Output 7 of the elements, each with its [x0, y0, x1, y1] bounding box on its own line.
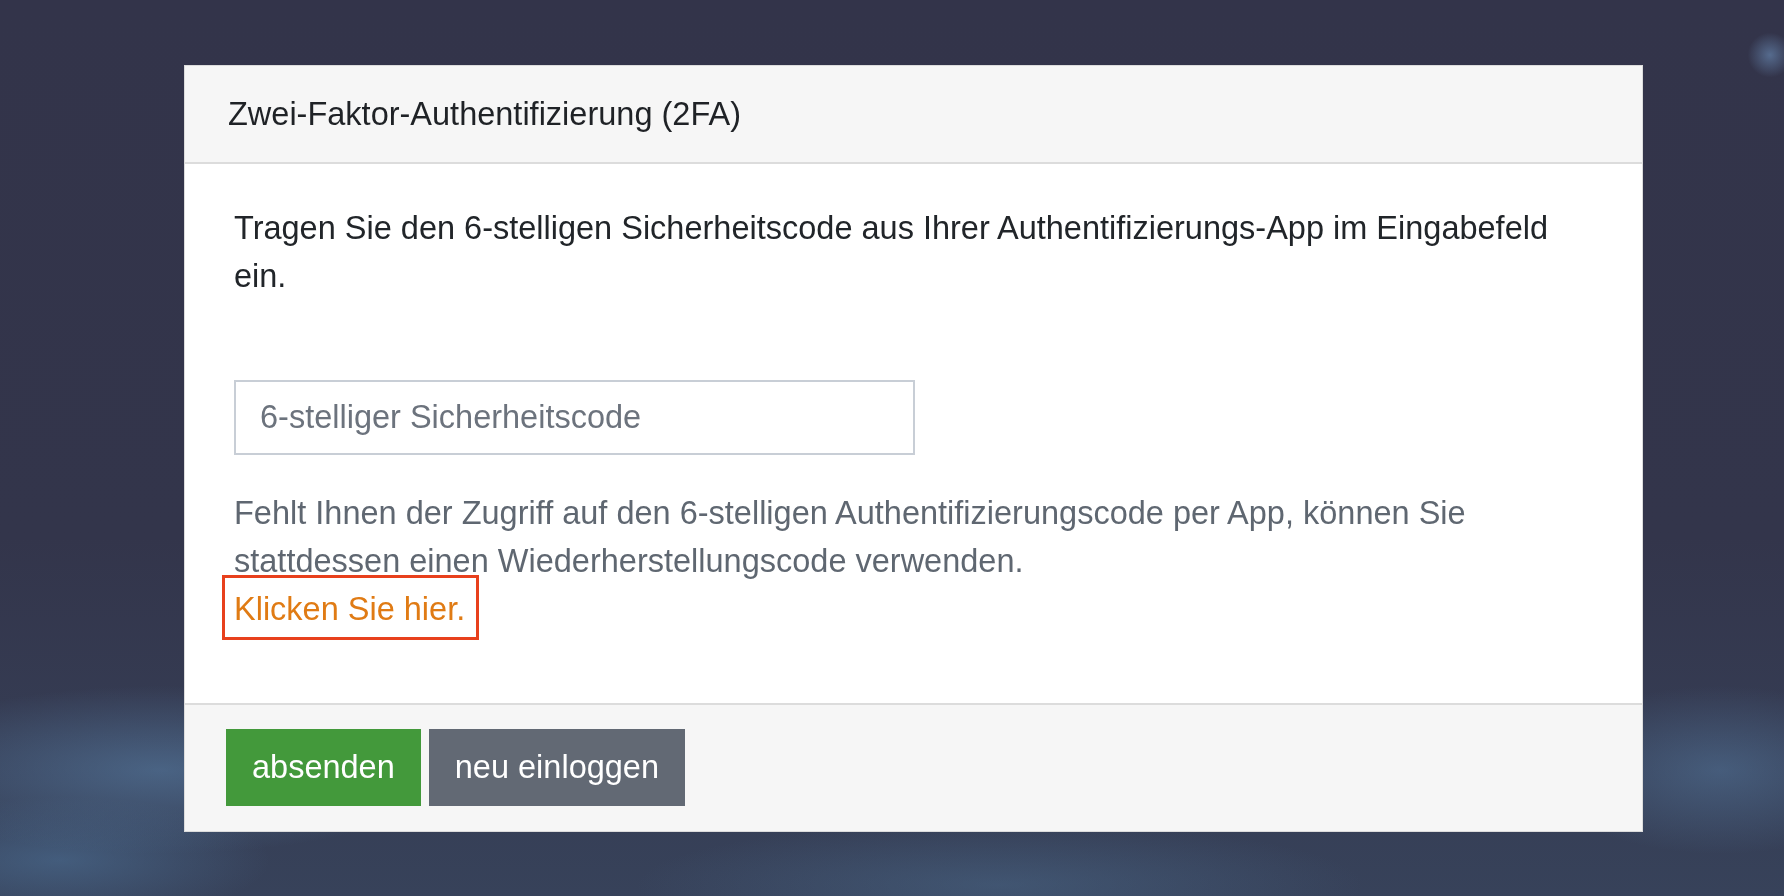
relogin-button[interactable]: neu einloggen [428, 729, 685, 806]
code-input-field[interactable]: 6-stelliger Sicherheitscode [234, 380, 915, 455]
recovery-link[interactable]: Klicken Sie hier. [234, 585, 466, 633]
dialog-title: Zwei-Faktor-Authentifizierung (2FA) [228, 95, 741, 133]
instruction-text: Tragen Sie den 6-stelligen Sicherheitscode aus Ihrer Authentifizierungs-App im Eingabefeld ein. [234, 209, 1549, 296]
help-text: Fehlt Ihnen der Zugriff auf den 6-stelligen Authentifizierungscode per App, können Sie stattdessen einen Wiederherstellungscode verwenden. [234, 494, 1467, 581]
submit-button[interactable]: absenden [226, 729, 421, 806]
